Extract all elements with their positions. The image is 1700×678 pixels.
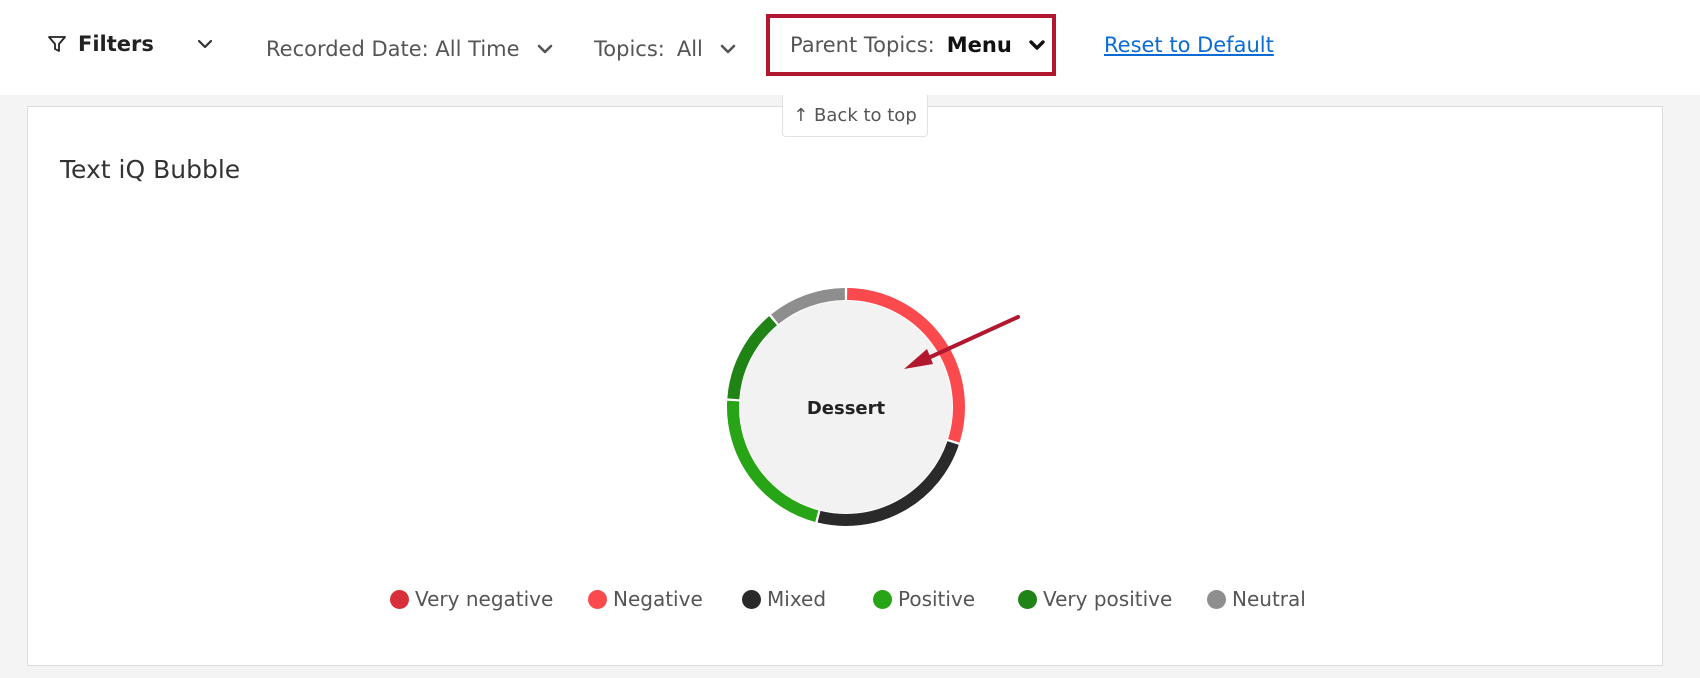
parent-topics-value: Menu <box>946 33 1012 57</box>
legend-label: Negative <box>613 587 703 611</box>
back-to-top-button[interactable]: ↑ Back to top <box>782 95 928 137</box>
legend-item[interactable]: Neutral <box>1207 587 1306 611</box>
legend-dot <box>588 589 607 609</box>
bubble-label: Dessert <box>807 398 886 419</box>
legend-dot <box>1207 589 1226 609</box>
legend-label: Very negative <box>415 587 554 611</box>
chevron-down-icon <box>1029 40 1045 50</box>
chevron-down-icon <box>537 44 552 54</box>
legend-dot <box>873 589 892 609</box>
topics-label: Topics: <box>594 37 665 61</box>
legend-item[interactable]: Very negative <box>390 587 553 611</box>
filters-label: Filters <box>78 32 154 56</box>
topics-value: All <box>676 37 703 61</box>
legend-dot <box>390 589 409 609</box>
parent-topics-filter[interactable]: Parent Topics: Menu <box>766 14 1056 76</box>
chevron-down-icon <box>720 44 736 54</box>
text-iq-bubble-widget: Text iQ Bubble Dessert Very negative Nega… <box>27 106 1663 666</box>
legend-dot <box>1018 589 1037 609</box>
legend-label: Neutral <box>1232 587 1306 611</box>
funnel-icon <box>48 36 66 52</box>
chevron-down-icon[interactable] <box>194 33 216 55</box>
topics-filter[interactable]: Topics: All <box>594 31 739 67</box>
legend-item[interactable]: Mixed <box>742 587 826 611</box>
legend-label: Very positive <box>1043 587 1173 611</box>
legend-item[interactable]: Negative <box>588 587 703 611</box>
reset-to-default-link[interactable]: Reset to Default <box>1104 33 1274 57</box>
filters-button[interactable]: Filters <box>46 26 216 62</box>
sentiment-legend: Very negative Negative Mixed Positive Very p… <box>28 587 1662 627</box>
legend-item[interactable]: Very positive <box>1018 587 1172 611</box>
legend-item[interactable]: Positive <box>873 587 975 611</box>
legend-label: Mixed <box>767 587 827 611</box>
legend-label: Positive <box>898 587 976 611</box>
filter-toolbar: Filters Recorded Date: All Time Topics: … <box>0 0 1700 95</box>
bubble-chart: Dessert <box>727 288 1020 526</box>
legend-dot <box>742 589 761 609</box>
recorded-date-label: Recorded Date: All Time <box>266 37 520 61</box>
recorded-date-filter[interactable]: Recorded Date: All Time <box>266 31 556 67</box>
parent-topics-label: Parent Topics: <box>790 33 935 57</box>
